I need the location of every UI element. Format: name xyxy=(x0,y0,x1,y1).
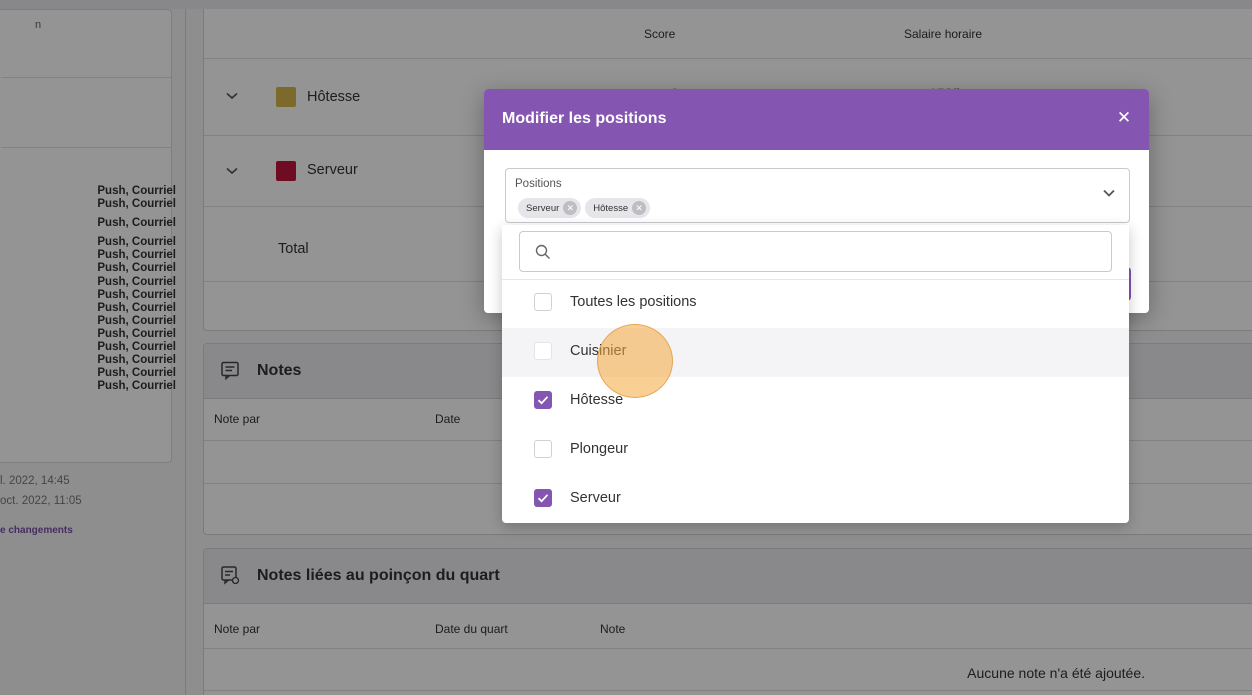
option-hotesse[interactable]: Hôtesse xyxy=(502,377,1129,426)
positions-dropdown: Toutes les positions Cuisinier Hôtesse P… xyxy=(502,225,1129,523)
option-label: Plongeur xyxy=(570,441,629,457)
chip-remove-icon[interactable]: ✕ xyxy=(632,201,647,215)
option-cuisinier[interactable]: Cuisinier xyxy=(502,328,1129,377)
option-label: Serveur xyxy=(570,490,621,506)
option-serveur[interactable]: Serveur xyxy=(502,475,1129,523)
option-plongeur[interactable]: Plongeur xyxy=(502,426,1129,475)
checkbox[interactable] xyxy=(534,440,552,458)
chip-hotesse: Hôtesse ✕ xyxy=(585,198,651,218)
checkbox[interactable] xyxy=(534,342,552,360)
positions-field-label: Positions xyxy=(515,178,562,190)
option-all-positions[interactable]: Toutes les positions xyxy=(502,279,1129,328)
checkbox-checked[interactable] xyxy=(534,489,552,507)
option-label: Hôtesse xyxy=(570,392,624,408)
modal-title: Modifier les positions xyxy=(502,110,667,127)
positions-select[interactable]: Positions Serveur ✕ Hôtesse ✕ xyxy=(505,168,1130,223)
modal-header: Modifier les positions ✕ xyxy=(484,89,1149,150)
option-label: Toutes les positions xyxy=(570,294,697,310)
chip-label: Hôtesse xyxy=(593,202,629,214)
chevron-down-icon[interactable] xyxy=(1101,185,1117,201)
search-icon xyxy=(535,244,550,259)
search-input[interactable] xyxy=(564,238,1098,266)
checkbox[interactable] xyxy=(534,293,552,311)
checkmark-icon xyxy=(537,396,549,405)
search-field[interactable] xyxy=(519,231,1112,272)
chip-label: Serveur xyxy=(526,202,560,214)
selected-positions: Serveur ✕ Hôtesse ✕ xyxy=(518,198,651,218)
option-label: Cuisinier xyxy=(570,343,627,359)
chip-remove-icon[interactable]: ✕ xyxy=(563,201,578,215)
checkbox-checked[interactable] xyxy=(534,391,552,409)
checkmark-icon xyxy=(537,494,549,503)
chip-serveur: Serveur ✕ xyxy=(518,198,582,218)
close-icon[interactable]: ✕ xyxy=(1113,106,1135,130)
